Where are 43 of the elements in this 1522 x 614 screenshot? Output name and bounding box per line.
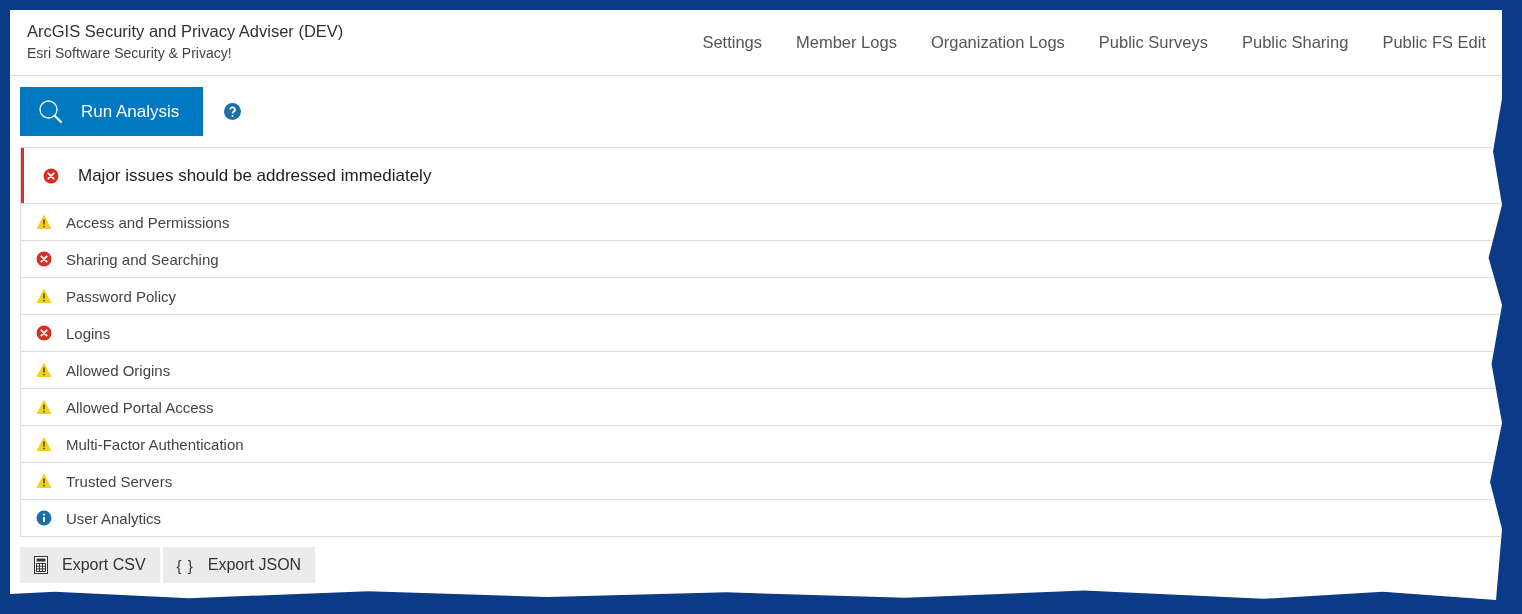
alert-message: Major issues should be addressed immediately (78, 165, 432, 186)
check-row[interactable]: Allowed Portal Access (21, 388, 1502, 425)
app-subtitle: Esri Software Security & Privacy! (27, 44, 233, 61)
warning-icon (36, 288, 52, 304)
check-label: Allowed Origins (66, 361, 171, 379)
check-label: Logins (66, 324, 111, 342)
check-row[interactable]: Multi-Factor Authentication (21, 425, 1502, 462)
app-title: ArcGIS Security and Privacy Adviser (DEV) (27, 21, 344, 41)
help-icon[interactable] (224, 103, 241, 120)
run-analysis-button[interactable]: Run Analysis (20, 87, 203, 136)
check-row[interactable]: Password Policy (21, 277, 1502, 314)
warning-icon (36, 473, 52, 489)
check-label: User Analytics (66, 509, 162, 527)
error-icon (43, 167, 59, 184)
warning-icon (36, 362, 52, 378)
check-row[interactable]: Trusted Servers (21, 462, 1502, 499)
nav-link[interactable]: Settings (702, 33, 762, 52)
nav-link[interactable]: Public Sharing (1241, 33, 1349, 52)
export-csv-button[interactable]: Export CSV (20, 547, 160, 583)
nav-link[interactable]: Member Logs (796, 33, 897, 52)
check-label: Multi-Factor Authentication (66, 435, 244, 453)
check-row[interactable]: User Analytics (21, 499, 1502, 536)
nav-link[interactable]: Public Surveys (1098, 33, 1208, 52)
check-row[interactable]: Logins (21, 314, 1502, 351)
check-label: Password Policy (66, 287, 177, 305)
export-json-button[interactable]: { } Export JSON (162, 547, 316, 583)
search-icon (38, 98, 64, 125)
error-icon (36, 251, 52, 267)
check-row[interactable]: Sharing and Searching (21, 240, 1502, 277)
check-row[interactable]: Allowed Origins (21, 351, 1502, 388)
check-label: Sharing and Searching (66, 250, 219, 268)
warning-icon (36, 399, 52, 415)
check-label: Access and Permissions (66, 213, 230, 231)
error-icon (36, 325, 52, 341)
check-label: Trusted Servers (66, 472, 173, 490)
check-label: Allowed Portal Access (66, 398, 214, 416)
warning-icon (36, 214, 52, 230)
info-icon (36, 510, 52, 526)
check-row[interactable]: Access and Permissions (21, 203, 1502, 240)
nav-link[interactable]: Organization Logs (930, 33, 1065, 52)
warning-icon (36, 436, 52, 452)
calculator-icon (34, 556, 48, 574)
nav-link[interactable]: Public FS Edit (1382, 33, 1486, 52)
